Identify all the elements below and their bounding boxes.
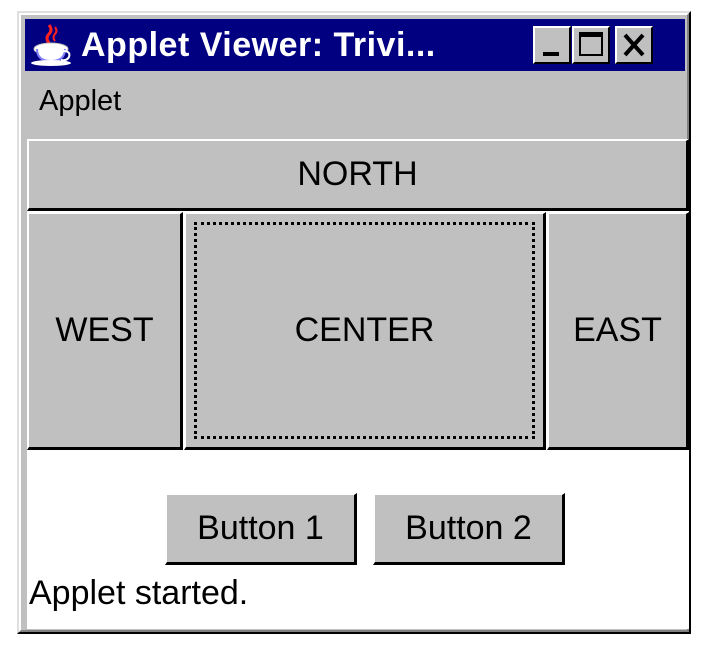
close-icon [623,33,645,57]
minimize-button[interactable] [533,26,571,64]
east-label: EAST [573,311,662,349]
center-button[interactable]: CENTER [184,212,546,450]
window-title: Applet Viewer: Trivi... [81,26,436,64]
button-2[interactable]: Button 2 [373,493,565,565]
menu-applet[interactable]: Applet [39,85,121,118]
west-label: WEST [55,311,154,349]
java-cup-icon[interactable] [29,23,75,67]
minimize-icon [543,52,559,56]
title-bar[interactable]: Applet Viewer: Trivi... [25,19,685,71]
focus-ring [194,222,535,439]
east-button[interactable]: EAST [547,212,689,450]
north-button[interactable]: NORTH [27,139,689,211]
button-1[interactable]: Button 1 [165,493,357,565]
button-2-label: Button 2 [405,509,532,547]
close-button[interactable] [615,26,653,64]
menu-bar: Applet [25,73,685,137]
applet-content-area: NORTH WEST CENTER EAST Button 1 Button 2… [27,139,689,629]
north-label: NORTH [297,155,418,193]
west-button[interactable]: WEST [27,212,183,450]
status-text: Applet started. [29,574,249,612]
maximize-button[interactable] [572,26,610,64]
maximize-icon [579,32,603,56]
button-1-label: Button 1 [197,509,324,547]
applet-viewer-window: Applet Viewer: Trivi... Applet NORTH WES… [17,11,691,634]
